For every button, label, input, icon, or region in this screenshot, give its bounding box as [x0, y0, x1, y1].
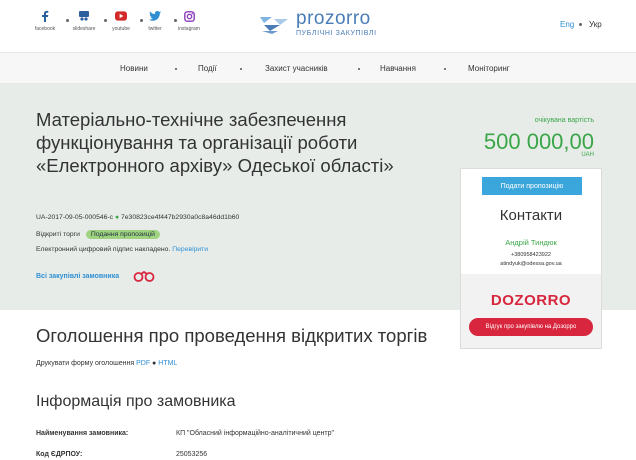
nav-protection[interactable]: Захист учасників	[265, 64, 328, 73]
tender-id: UA-2017-09-05-000546-c	[36, 214, 114, 221]
contact-name: Андрій Тиндюк	[505, 238, 557, 247]
status-badge: Подання пропозицій	[85, 230, 160, 239]
customer-name-key: Найменування замовника:	[36, 430, 129, 437]
nav-events[interactable]: Події	[198, 64, 217, 73]
contact-email[interactable]: atindyuk@odessa.gov.ua	[461, 261, 601, 267]
nav-news[interactable]: Новини	[120, 64, 148, 73]
top-header: facebook slideshare youtube twitter inst…	[0, 0, 636, 52]
currency: UAH	[581, 152, 594, 158]
social-instagram[interactable]: instagram	[164, 10, 214, 32]
contacts-card: Подати пропозицію Контакти Андрій Тиндюк…	[460, 168, 602, 349]
tender-hash: 7e30823ce4f447b2930a0c8a46dd1b60	[120, 214, 240, 221]
facebook-icon	[39, 10, 51, 22]
html-link[interactable]: HTML	[158, 360, 177, 367]
bullet-separator: ●	[152, 360, 157, 367]
tender-title: Матеріально-технічне забезпечення функці…	[36, 109, 394, 176]
status-dot: ●	[114, 214, 120, 221]
print-form-line: Друкувати форму оголошення PDF ● HTML	[36, 360, 177, 367]
main-nav: Новини Події Захист учасників Навчання М…	[0, 52, 636, 84]
expected-value-label: очікувана вартість	[534, 117, 594, 124]
youtube-icon	[115, 10, 127, 22]
contacts-title: Контакти	[499, 207, 563, 224]
lang-uk-link[interactable]: Укр	[589, 20, 602, 29]
lang-en-link[interactable]: Eng	[560, 20, 574, 29]
procedure-type: Відкриті торги	[36, 231, 80, 238]
submit-offer-button[interactable]: Подати пропозицію	[482, 177, 582, 195]
pdf-link[interactable]: PDF	[136, 360, 150, 367]
slideshare-icon	[78, 10, 90, 22]
dozorro-block: DOZORRO Відгук про закупівлю на Дозорро	[461, 274, 601, 348]
print-form-text: Друкувати форму оголошення	[36, 360, 135, 367]
dozorro-review-button[interactable]: Відгук про закупівлю на Дозорро	[469, 318, 593, 336]
nav-separator	[358, 68, 360, 70]
contact-phone: +380958423922	[511, 252, 551, 258]
signature-text: Електронний цифровий підпис накладено.	[36, 246, 171, 253]
separator-dot	[579, 23, 582, 26]
edrpou-value: 25053256	[176, 451, 208, 458]
all-purchases-link[interactable]: Всі закупівлі замовника	[36, 273, 119, 280]
nav-education[interactable]: Навчання	[380, 64, 416, 73]
prozorro-logo-mark	[260, 16, 288, 34]
instagram-icon	[183, 10, 195, 22]
logo-subtitle: ПУБЛІЧНІ ЗАКУПІВЛІ	[296, 30, 377, 37]
signature-line: Електронний цифровий підпис накладено. П…	[36, 246, 208, 253]
tender-id-line: UA-2017-09-05-000546-c ● 7e30823ce4f447b…	[36, 214, 239, 221]
verify-link[interactable]: Перевірити	[172, 246, 208, 253]
twitter-icon	[149, 10, 161, 22]
nav-separator	[175, 68, 177, 70]
customer-name-value: КП "Обласний інформаційно-аналітичний це…	[176, 430, 334, 437]
dozorro-logo: DOZORRO	[490, 292, 572, 309]
nav-monitoring[interactable]: Моніторинг	[468, 64, 510, 73]
nav-separator	[444, 68, 446, 70]
nav-separator	[240, 68, 242, 70]
procedure-line: Відкриті торги Подання пропозицій	[36, 230, 160, 239]
edrpou-key: Код ЄДРПОУ:	[36, 451, 83, 458]
prozorro-logo[interactable]: prozorro ПУБЛІЧНІ ЗАКУПІВЛІ	[258, 8, 377, 37]
announcement-heading: Оголошення про проведення відкритих торг…	[36, 325, 428, 346]
binoculars-icon[interactable]	[133, 269, 155, 287]
logo-title: prozorro	[296, 8, 371, 29]
customer-info-heading: Інформація про замовника	[36, 393, 236, 410]
